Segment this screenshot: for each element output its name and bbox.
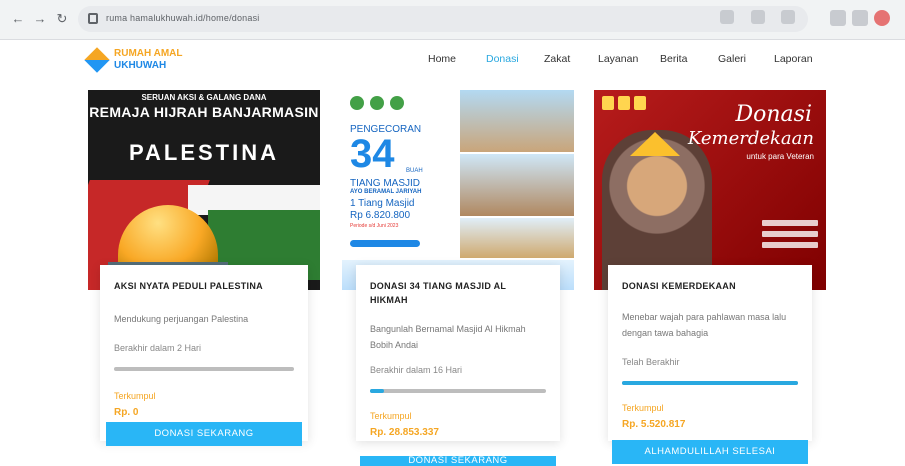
campaign-deadline: Berakhir dalam 2 Hari	[114, 343, 202, 353]
lock-icon	[88, 13, 98, 24]
main-menu: Home Donasi Zakat Layanan Berita Galeri …	[428, 53, 828, 67]
campaign-deadline: Berakhir dalam 16 Hari	[370, 365, 463, 375]
image-caption: SERUAN AKSI & GALANG DANA	[141, 93, 267, 102]
campaign-image[interactable]: PENGECORAN 34 BUAH TIANG MASJID AYO BERA…	[342, 90, 574, 290]
star-icon[interactable]	[781, 10, 795, 24]
image-unit: BUAH	[406, 168, 423, 174]
image-heading: REMAJA HIJRAH BANJARMASIN	[89, 104, 319, 120]
menu-donasi[interactable]: Donasi	[486, 53, 519, 65]
donate-button[interactable]: DONASI SEKARANG	[106, 422, 302, 446]
address-bar-actions	[708, 10, 795, 29]
image-subheading: Kemerdekaan	[687, 128, 814, 149]
collected-amount: Rp. 5.520.817	[622, 419, 686, 430]
image-tagline: AYO BERAMAL JARIYAH	[350, 189, 422, 195]
collected-label: Terkumpul	[114, 391, 156, 401]
progress-bar	[114, 367, 294, 371]
tab-icon[interactable]	[852, 10, 868, 26]
construction-photo	[460, 90, 574, 152]
image-heading: Donasi	[735, 102, 813, 127]
logo-line-1: RUMAH AMAL	[114, 48, 183, 59]
contact-info	[762, 220, 818, 260]
collected-amount: Rp. 0	[114, 407, 139, 418]
campaign-title[interactable]: DONASI KEMERDEKAAN	[622, 279, 798, 293]
url-text: ruma hamalukhuwah.id/home/donasi	[106, 13, 260, 23]
progress-bar	[622, 381, 798, 385]
menu-galeri[interactable]: Galeri	[718, 53, 746, 65]
image-number: 34	[350, 132, 395, 176]
campaign-card: SERUAN AKSI & GALANG DANA REMAJA HIJRAH …	[88, 90, 320, 466]
campaign-image[interactable]: Donasi Kemerdekaan untuk para Veteran	[594, 90, 826, 290]
profile-avatar[interactable]	[874, 10, 890, 26]
image-price: Rp 6.820.800	[350, 210, 411, 221]
campaign-desc: Mendukung perjuangan Palestina	[114, 314, 249, 324]
image-period: Periode s/d Juni 2023	[350, 223, 399, 229]
forward-icon[interactable]: →	[32, 11, 48, 27]
menu-layanan[interactable]: Layanan	[598, 53, 638, 65]
reload-icon[interactable]: ↻	[54, 11, 70, 27]
collected-label: Terkumpul	[622, 403, 664, 413]
campaign-card: PENGECORAN 34 BUAH TIANG MASJID AYO BERA…	[342, 90, 574, 466]
image-word: PALESTINA	[128, 140, 280, 165]
campaign-title[interactable]: DONASI 34 TIANG MASJID AL HIKMAH	[370, 279, 546, 307]
back-icon[interactable]: ←	[10, 11, 26, 27]
partner-badges	[350, 96, 410, 115]
collected-amount: Rp. 28.853.337	[370, 427, 439, 438]
campaign-title[interactable]: AKSI NYATA PEDULI PALESTINA	[114, 279, 294, 293]
zoom-icon[interactable]	[750, 10, 765, 24]
share-icon[interactable]	[720, 10, 735, 24]
campaign-desc: Menebar wajah para pahlawan masa lalu de…	[622, 312, 787, 338]
extension-icon[interactable]	[830, 10, 846, 26]
menu-laporan[interactable]: Laporan	[774, 53, 813, 65]
campaign-info: DONASI 34 TIANG MASJID AL HIKMAH Bangunl…	[356, 265, 560, 441]
image-item: 1 Tiang Masjid	[350, 198, 415, 209]
browser-toolbar: ← → ↻ ruma hamalukhuwah.id/home/donasi	[0, 0, 905, 40]
construction-photo	[460, 154, 574, 216]
image-caption: untuk para Veteran	[746, 152, 814, 161]
progress-bar	[370, 389, 546, 393]
campaign-image[interactable]: SERUAN AKSI & GALANG DANA REMAJA HIJRAH …	[88, 90, 320, 290]
campaign-card: Donasi Kemerdekaan untuk para Veteran DO…	[594, 90, 826, 466]
menu-home[interactable]: Home	[428, 53, 456, 65]
campaign-info: AKSI NYATA PEDULI PALESTINA Mendukung pe…	[100, 265, 308, 441]
collected-label: Terkumpul	[370, 411, 412, 421]
address-bar[interactable]: ruma hamalukhuwah.id/home/donasi	[78, 6, 808, 32]
partner-logos	[602, 96, 650, 115]
construction-photo	[460, 218, 574, 258]
logo-mark-icon	[84, 47, 110, 73]
campaign-info: DONASI KEMERDEKAAN Menebar wajah para pa…	[608, 265, 812, 441]
donate-button[interactable]: DONASI SEKARANG	[360, 456, 556, 466]
completed-button[interactable]: ALHAMDULILLAH SELESAI	[612, 440, 808, 464]
campaign-desc: Bangunlah Bernamal Masjid Al Hikmah Bobi…	[370, 324, 526, 350]
menu-zakat[interactable]: Zakat	[544, 53, 570, 65]
image-heading: TIANG MASJID	[350, 178, 421, 189]
campaign-deadline: Telah Berakhir	[622, 357, 680, 367]
logo-line-2: UKHUWAH	[114, 60, 167, 71]
menu-berita[interactable]: Berita	[660, 53, 687, 65]
